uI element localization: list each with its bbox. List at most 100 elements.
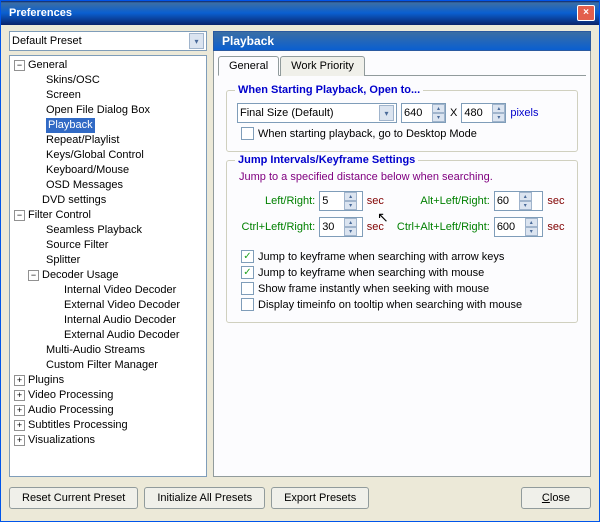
ctrl-label: Ctrl+Left/Right:: [237, 221, 315, 233]
show-frame-checkbox[interactable]: [241, 282, 254, 295]
reset-preset-button[interactable]: Reset Current Preset: [9, 487, 138, 509]
tab-workpriority[interactable]: Work Priority: [280, 56, 365, 76]
tree-item-screen[interactable]: Screen: [10, 88, 206, 103]
tooltip-time-label: Display timeinfo on tooltip when searchi…: [258, 299, 522, 311]
right-column: Playback General Work Priority When Star…: [213, 31, 591, 477]
spin-down-icon[interactable]: ▾: [432, 113, 445, 122]
desktop-mode-label: When starting playback, go to Desktop Mo…: [258, 128, 477, 140]
ctrlalt-label: Ctrl+Alt+Left/Right:: [392, 221, 489, 233]
jump-legend: Jump Intervals/Keyframe Settings: [235, 154, 418, 166]
tree-item-customfilter[interactable]: Custom Filter Manager: [10, 358, 206, 373]
collapse-icon[interactable]: −: [28, 270, 39, 281]
chevron-down-icon[interactable]: ▾: [189, 33, 204, 49]
spin-up-icon[interactable]: ▴: [432, 104, 445, 113]
tree-item-skins[interactable]: Skins/OSC: [10, 73, 206, 88]
tooltip-time-checkbox[interactable]: [241, 298, 254, 311]
tree-item-subtitles[interactable]: +Subtitles Processing: [10, 418, 206, 433]
pixels-label: pixels: [510, 107, 538, 119]
panel-body: General Work Priority When Starting Play…: [213, 51, 591, 477]
tree-item-visual[interactable]: +Visualizations: [10, 433, 206, 448]
alt-label: Alt+Left/Right:: [392, 195, 489, 207]
preset-select[interactable]: Default Preset ▾: [9, 31, 207, 51]
spin-up-icon[interactable]: ▴: [344, 218, 357, 227]
open-fieldset: When Starting Playback, Open to... Final…: [226, 90, 578, 152]
mouse-keyframe-checkbox[interactable]: ✓: [241, 266, 254, 279]
spin-up-icon[interactable]: ▴: [344, 192, 357, 201]
ctrlalt-input[interactable]: [495, 218, 525, 236]
arrow-keyframe-checkbox[interactable]: ✓: [241, 250, 254, 263]
spin-down-icon[interactable]: ▾: [519, 201, 532, 210]
chevron-down-icon[interactable]: ▾: [379, 105, 394, 121]
ctrl-spinner[interactable]: ▴▾: [319, 217, 363, 237]
spin-up-icon[interactable]: ▴: [519, 192, 532, 201]
lr-input[interactable]: [320, 192, 344, 210]
size-mode-select[interactable]: Final Size (Default) ▾: [237, 103, 397, 123]
collapse-icon[interactable]: −: [14, 60, 25, 71]
tree-item-filtercontrol[interactable]: −Filter Control: [10, 208, 206, 223]
window-title: Preferences: [9, 7, 577, 19]
close-button[interactable]: Close: [521, 487, 591, 509]
tree-item-videoproc[interactable]: +Video Processing: [10, 388, 206, 403]
close-icon[interactable]: ×: [577, 5, 595, 21]
expand-icon[interactable]: +: [14, 420, 25, 431]
initialize-presets-button[interactable]: Initialize All Presets: [144, 487, 265, 509]
width-input[interactable]: [402, 104, 432, 122]
lr-spinner[interactable]: ▴▾: [319, 191, 363, 211]
spin-down-icon[interactable]: ▾: [344, 201, 357, 210]
x-label: X: [450, 107, 457, 119]
expand-icon[interactable]: +: [14, 435, 25, 446]
width-spinner[interactable]: ▴▾: [401, 103, 446, 123]
category-tree[interactable]: −General Skins/OSC Screen Open File Dial…: [9, 55, 207, 477]
ctrl-input[interactable]: [320, 218, 344, 236]
expand-icon[interactable]: +: [14, 375, 25, 386]
tree-item-seamless[interactable]: Seamless Playback: [10, 223, 206, 238]
tree-item-general[interactable]: −General: [10, 58, 206, 73]
alt-spinner[interactable]: ▴▾: [494, 191, 544, 211]
tree-item-plugins[interactable]: +Plugins: [10, 373, 206, 388]
tab-content: When Starting Playback, Open to... Final…: [218, 76, 586, 337]
open-legend: When Starting Playback, Open to...: [235, 84, 423, 96]
tree-item-audioproc[interactable]: +Audio Processing: [10, 403, 206, 418]
tree-item-keysglobal[interactable]: Keys/Global Control: [10, 148, 206, 163]
desktop-mode-checkbox[interactable]: [241, 127, 254, 140]
size-mode-value: Final Size (Default): [240, 107, 334, 119]
tree-item-dvd[interactable]: DVD settings: [10, 193, 206, 208]
tab-bar: General Work Priority: [218, 55, 586, 76]
preset-value: Default Preset: [12, 35, 82, 47]
collapse-icon[interactable]: −: [14, 210, 25, 221]
height-input[interactable]: [462, 104, 492, 122]
spin-up-icon[interactable]: ▴: [492, 104, 505, 113]
height-spinner[interactable]: ▴▾: [461, 103, 506, 123]
spin-down-icon[interactable]: ▾: [344, 227, 357, 236]
tree-item-playback[interactable]: Playback: [10, 118, 206, 133]
expand-icon[interactable]: +: [14, 390, 25, 401]
tree-item-sourcefilter[interactable]: Source Filter: [10, 238, 206, 253]
spin-down-icon[interactable]: ▾: [525, 227, 538, 236]
export-presets-button[interactable]: Export Presets: [271, 487, 369, 509]
spin-up-icon[interactable]: ▴: [525, 218, 538, 227]
tree-item-multiaudio[interactable]: Multi-Audio Streams: [10, 343, 206, 358]
footer: Reset Current Preset Initialize All Pres…: [1, 481, 599, 515]
tree-item-keyboard[interactable]: Keyboard/Mouse: [10, 163, 206, 178]
expand-icon[interactable]: +: [14, 405, 25, 416]
tree-item-intvideo[interactable]: Internal Video Decoder: [10, 283, 206, 298]
tree-item-osd[interactable]: OSD Messages: [10, 178, 206, 193]
tree-item-decoderusage[interactable]: −Decoder Usage: [10, 268, 206, 283]
spin-down-icon[interactable]: ▾: [492, 113, 505, 122]
sec-label: sec: [547, 221, 569, 233]
tree-item-extvideo[interactable]: External Video Decoder: [10, 298, 206, 313]
tree-item-splitter[interactable]: Splitter: [10, 253, 206, 268]
show-frame-label: Show frame instantly when seeking with m…: [258, 283, 489, 295]
tree-item-repeat[interactable]: Repeat/Playlist: [10, 133, 206, 148]
tab-general[interactable]: General: [218, 56, 279, 76]
tree-item-openfile[interactable]: Open File Dialog Box: [10, 103, 206, 118]
left-column: Default Preset ▾ −General Skins/OSC Scre…: [9, 31, 207, 477]
ctrlalt-spinner[interactable]: ▴▾: [494, 217, 544, 237]
sec-label: sec: [367, 195, 389, 207]
mouse-keyframe-label: Jump to keyframe when searching with mou…: [258, 267, 484, 279]
jump-fieldset: Jump Intervals/Keyframe Settings Jump to…: [226, 160, 578, 323]
tree-item-intaudio[interactable]: Internal Audio Decoder: [10, 313, 206, 328]
tree-item-extaudio[interactable]: External Audio Decoder: [10, 328, 206, 343]
preferences-window: Preferences × Default Preset ▾ −General …: [0, 0, 600, 522]
alt-input[interactable]: [495, 192, 519, 210]
